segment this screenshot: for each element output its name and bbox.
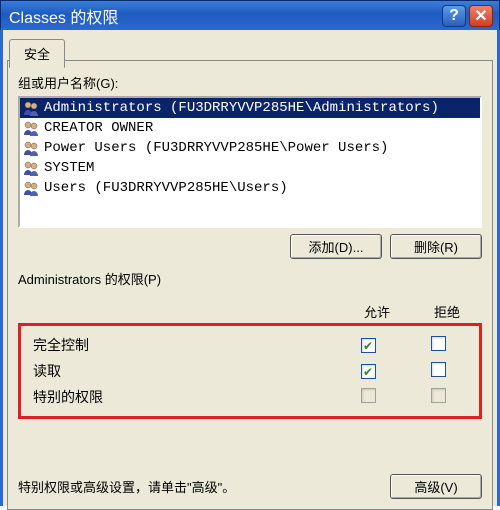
deny-checkbox[interactable] — [431, 336, 446, 351]
close-icon: ✕ — [474, 6, 487, 26]
group-icon — [22, 159, 40, 177]
deny-column-header: 拒绝 — [412, 302, 482, 321]
permission-row: 特别的权限 — [25, 384, 475, 410]
help-button[interactable]: ? — [442, 5, 466, 27]
allow-column-header: 允许 — [342, 302, 412, 321]
window-title: Classes 的权限 — [7, 4, 439, 28]
list-item-label: Users (FU3DRRYVVP285HE\Users) — [44, 180, 288, 196]
list-item-label: Administrators (FU3DRRYVVP285HE\Administ… — [44, 100, 439, 116]
deny-checkbox — [431, 388, 446, 403]
permission-row: 读取 ✔ — [25, 358, 475, 384]
list-item[interactable]: CREATOR OWNER — [20, 118, 480, 138]
add-button[interactable]: 添加(D)... — [290, 234, 382, 259]
permission-name: 完全控制 — [27, 335, 333, 355]
permissions-for-label: Administrators 的权限(P) — [18, 269, 482, 288]
permission-name: 读取 — [27, 361, 333, 381]
check-icon: ✔ — [363, 340, 373, 352]
allow-checkbox — [361, 388, 376, 403]
list-item[interactable]: Power Users (FU3DRRYVVP285HE\Power Users… — [20, 138, 480, 158]
group-icon — [22, 179, 40, 197]
group-icon — [22, 139, 40, 157]
footer-text: 特别权限或高级设置，请单击"高级"。 — [18, 477, 390, 496]
user-listbox[interactable]: Administrators (FU3DRRYVVP285HE\Administ… — [18, 96, 482, 228]
allow-checkbox[interactable]: ✔ — [361, 338, 376, 353]
list-item-label: Power Users (FU3DRRYVVP285HE\Power Users… — [44, 140, 388, 156]
titlebar: Classes 的权限 ? ✕ — [0, 0, 500, 30]
list-item-label: SYSTEM — [44, 160, 94, 176]
remove-button[interactable]: 删除(R) — [390, 234, 482, 259]
groups-label: 组或用户名称(G): — [18, 73, 482, 92]
deny-checkbox[interactable] — [431, 362, 446, 377]
tab-panel: 组或用户名称(G): Administrators (FU3DRRYVVP285… — [7, 60, 493, 510]
list-item[interactable]: Administrators (FU3DRRYVVP285HE\Administ… — [20, 98, 480, 118]
list-item[interactable]: Users (FU3DRRYVVP285HE\Users) — [20, 178, 480, 198]
group-icon — [22, 119, 40, 137]
permissions-box: 完全控制 ✔ 读取 ✔ 特别的权限 — [18, 323, 482, 419]
user-buttons: 添加(D)... 删除(R) — [18, 234, 482, 259]
permission-row: 完全控制 ✔ — [25, 332, 475, 358]
list-item-label: CREATOR OWNER — [44, 120, 153, 136]
tab-security[interactable]: 安全 — [9, 39, 65, 68]
allow-checkbox[interactable]: ✔ — [361, 364, 376, 379]
group-icon — [22, 99, 40, 117]
window-body: 安全 组或用户名称(G): Administrators (FU3DRRYVVP… — [0, 30, 500, 506]
check-icon: ✔ — [363, 366, 373, 378]
advanced-button[interactable]: 高级(V) — [390, 474, 482, 499]
list-item[interactable]: SYSTEM — [20, 158, 480, 178]
permissions-header: 允许 拒绝 — [18, 302, 482, 321]
tab-strip: 安全 — [7, 36, 493, 60]
footer-row: 特别权限或高级设置，请单击"高级"。 高级(V) — [18, 474, 482, 499]
permission-name: 特别的权限 — [27, 387, 333, 407]
close-button[interactable]: ✕ — [469, 5, 493, 27]
